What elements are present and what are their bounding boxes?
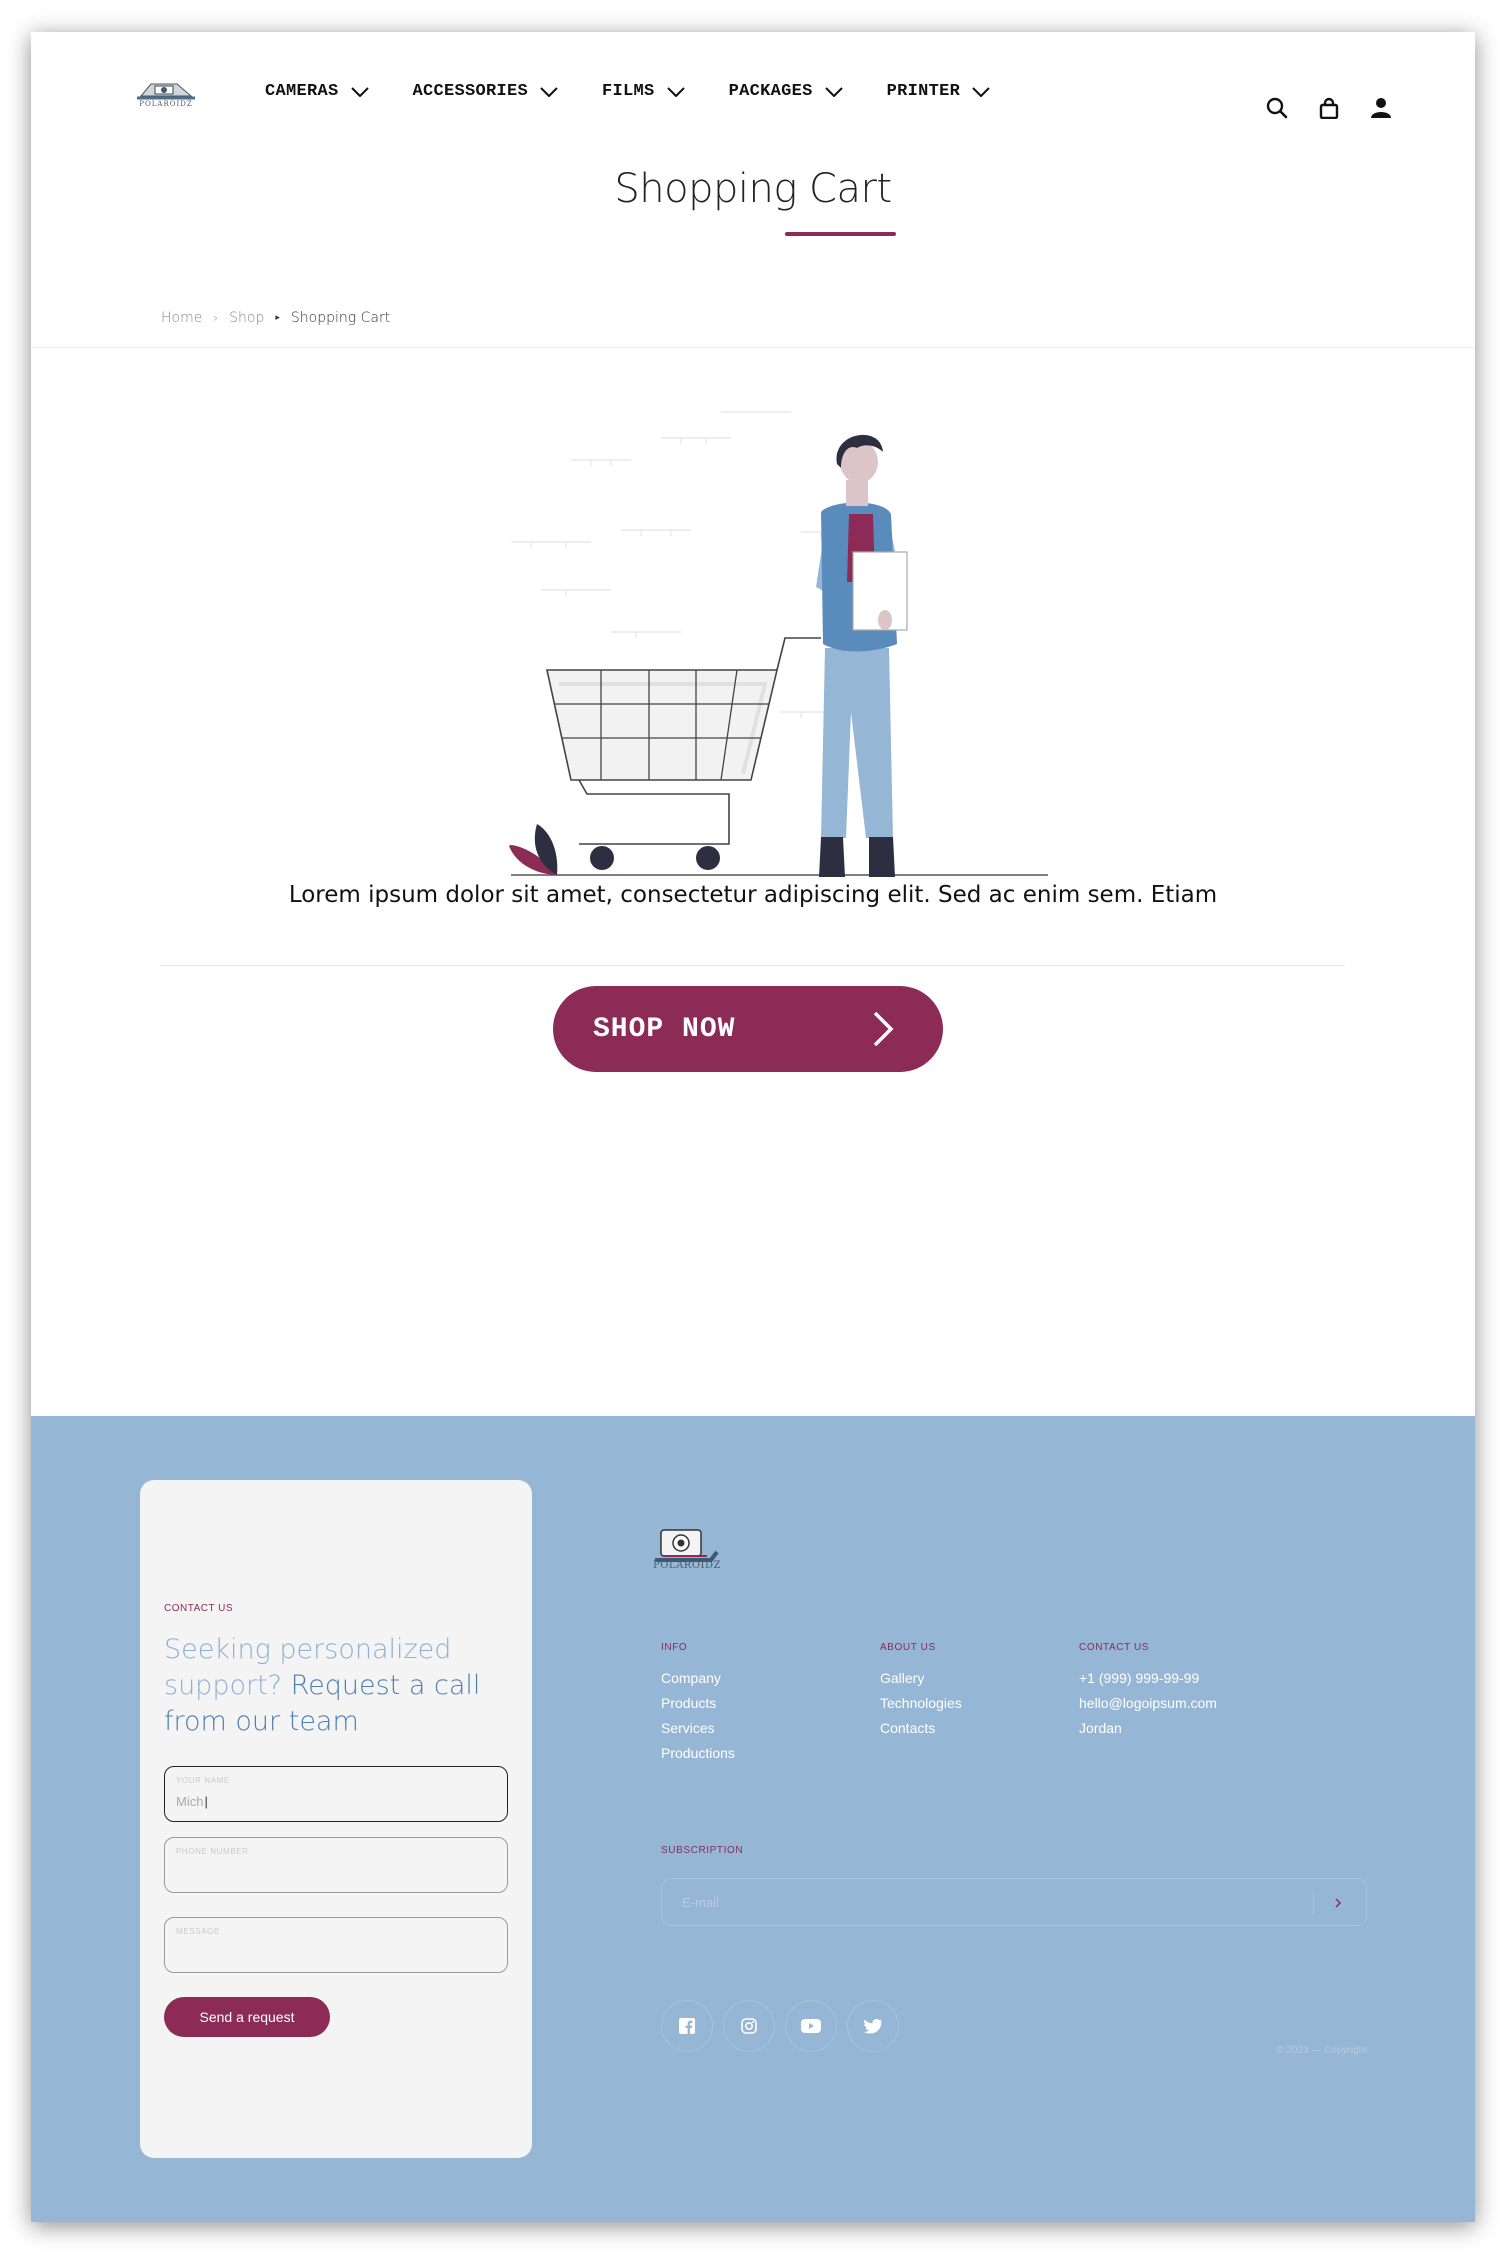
chevron-right-icon <box>873 1011 894 1047</box>
footer: CONTACT US Seeking personalized support?… <box>31 1416 1475 2222</box>
facebook-icon <box>679 2018 695 2034</box>
contact-form-card: CONTACT US Seeking personalized support?… <box>140 1480 532 2158</box>
divider <box>1313 1891 1314 1915</box>
email-placeholder: E-mail <box>682 1895 719 1910</box>
logo-text: POLAROIDZ <box>139 100 193 108</box>
name-field[interactable]: YOUR NAME Mich <box>164 1766 508 1822</box>
contact-links: +1 (999) 999-99-99 hello@logoipsum.com J… <box>1079 1666 1217 1741</box>
account-button[interactable] <box>1355 92 1407 124</box>
message-field[interactable]: MESSAGE <box>164 1917 508 1973</box>
subscription-heading: SUBSCRIPTION <box>661 1845 744 1856</box>
instagram-icon <box>741 2018 757 2034</box>
field-value: Mich <box>176 1794 208 1809</box>
subscribe-arrow-icon[interactable] <box>1328 1893 1348 1913</box>
search-button[interactable] <box>1251 92 1303 124</box>
nav-label: CAMERAS <box>265 82 339 101</box>
header-actions <box>1251 92 1407 124</box>
chevron-down-icon <box>350 86 369 97</box>
twitter-icon <box>864 2018 882 2034</box>
main-nav: CAMERAS ACCESSORIES FILMS PACKAGES PRINT… <box>265 82 1034 101</box>
location-text: Jordan <box>1079 1720 1122 1736</box>
chevron-down-icon <box>666 86 685 97</box>
nav-packages[interactable]: PACKAGES <box>729 82 843 101</box>
search-icon <box>1266 97 1288 119</box>
camera-logo-icon <box>137 83 195 100</box>
nav-printer[interactable]: PRINTER <box>887 82 991 101</box>
footer-link[interactable]: Company <box>661 1666 735 1691</box>
info-heading: INFO <box>661 1642 688 1653</box>
youtube-icon <box>801 2019 821 2033</box>
footer-link[interactable]: Products <box>661 1691 735 1716</box>
breadcrumb: Home › Shop ▸ Shopping Cart <box>161 310 390 326</box>
nav-label: ACCESSORIES <box>412 82 529 101</box>
about-heading: ABOUT US <box>880 1642 936 1653</box>
footer-link[interactable]: Services <box>661 1716 735 1741</box>
footer-link[interactable]: Gallery <box>880 1666 962 1691</box>
nav-label: PACKAGES <box>728 82 813 101</box>
field-label: PHONE NUMBER <box>176 1847 249 1856</box>
phone-field[interactable]: PHONE NUMBER <box>164 1837 508 1893</box>
about-links: Gallery Technologies Contacts <box>880 1666 962 1741</box>
email-link[interactable]: hello@logoipsum.com <box>1079 1691 1217 1716</box>
title-underline <box>785 232 896 236</box>
footer-link[interactable]: Technologies <box>880 1691 962 1716</box>
nav-films[interactable]: FILMS <box>602 82 685 101</box>
facebook-button[interactable] <box>661 2000 713 2052</box>
nav-label: PRINTER <box>886 82 961 101</box>
phone-link[interactable]: +1 (999) 999-99-99 <box>1079 1666 1217 1691</box>
send-request-button[interactable]: Send a request <box>164 1997 330 2037</box>
youtube-button[interactable] <box>785 2000 837 2052</box>
contact-heading-footer: CONTACT US <box>1079 1642 1150 1653</box>
bag-icon <box>1319 97 1339 119</box>
footer-logo-text: POLAROIDZ <box>653 1560 721 1571</box>
empty-cart-illustration <box>509 411 1048 877</box>
contact-heading: Seeking personalized support? Request a … <box>164 1632 494 1740</box>
empty-cart-message: Lorem ipsum dolor sit amet, consectetur … <box>288 882 1218 908</box>
instagram-button[interactable] <box>723 2000 775 2052</box>
twitter-button[interactable] <box>847 2000 899 2052</box>
field-label: MESSAGE <box>176 1927 220 1936</box>
chevron-down-icon <box>540 86 558 97</box>
shop-now-button[interactable]: SHOP NOW <box>553 986 943 1072</box>
breadcrumb-current: Shopping Cart <box>290 310 391 326</box>
nav-cameras[interactable]: CAMERAS <box>265 82 369 101</box>
cart-button[interactable] <box>1303 92 1355 124</box>
info-links: Company Products Services Productions <box>661 1666 735 1766</box>
footer-link[interactable]: Contacts <box>880 1716 962 1741</box>
divider <box>31 347 1475 348</box>
triangle-right-icon: ▸ <box>275 313 280 323</box>
logo[interactable]: POLAROIDZ <box>131 76 201 110</box>
divider <box>161 965 1345 966</box>
user-icon <box>1371 98 1391 118</box>
page-frame: POLAROIDZ CAMERAS ACCESSORIES FILMS PACK… <box>31 32 1475 2222</box>
breadcrumb-home[interactable]: Home <box>161 310 202 326</box>
page-title: Shopping Cart <box>614 166 892 212</box>
footer-link[interactable]: Productions <box>661 1741 735 1766</box>
breadcrumb-shop[interactable]: Shop <box>229 310 264 326</box>
social-links <box>661 2000 909 2052</box>
chevron-right-icon: › <box>213 311 219 325</box>
copyright-text: © 2023 — Copyright <box>1276 2045 1367 2056</box>
nav-label: FILMS <box>602 82 655 101</box>
chevron-down-icon <box>972 86 990 97</box>
shop-now-label: SHOP NOW <box>593 1013 736 1045</box>
chevron-down-icon <box>824 86 843 97</box>
subscription-email-input[interactable]: E-mail <box>661 1878 1367 1926</box>
nav-accessories[interactable]: ACCESSORIES <box>413 82 559 101</box>
field-label: YOUR NAME <box>176 1776 230 1785</box>
contact-label: CONTACT US <box>164 1603 234 1614</box>
